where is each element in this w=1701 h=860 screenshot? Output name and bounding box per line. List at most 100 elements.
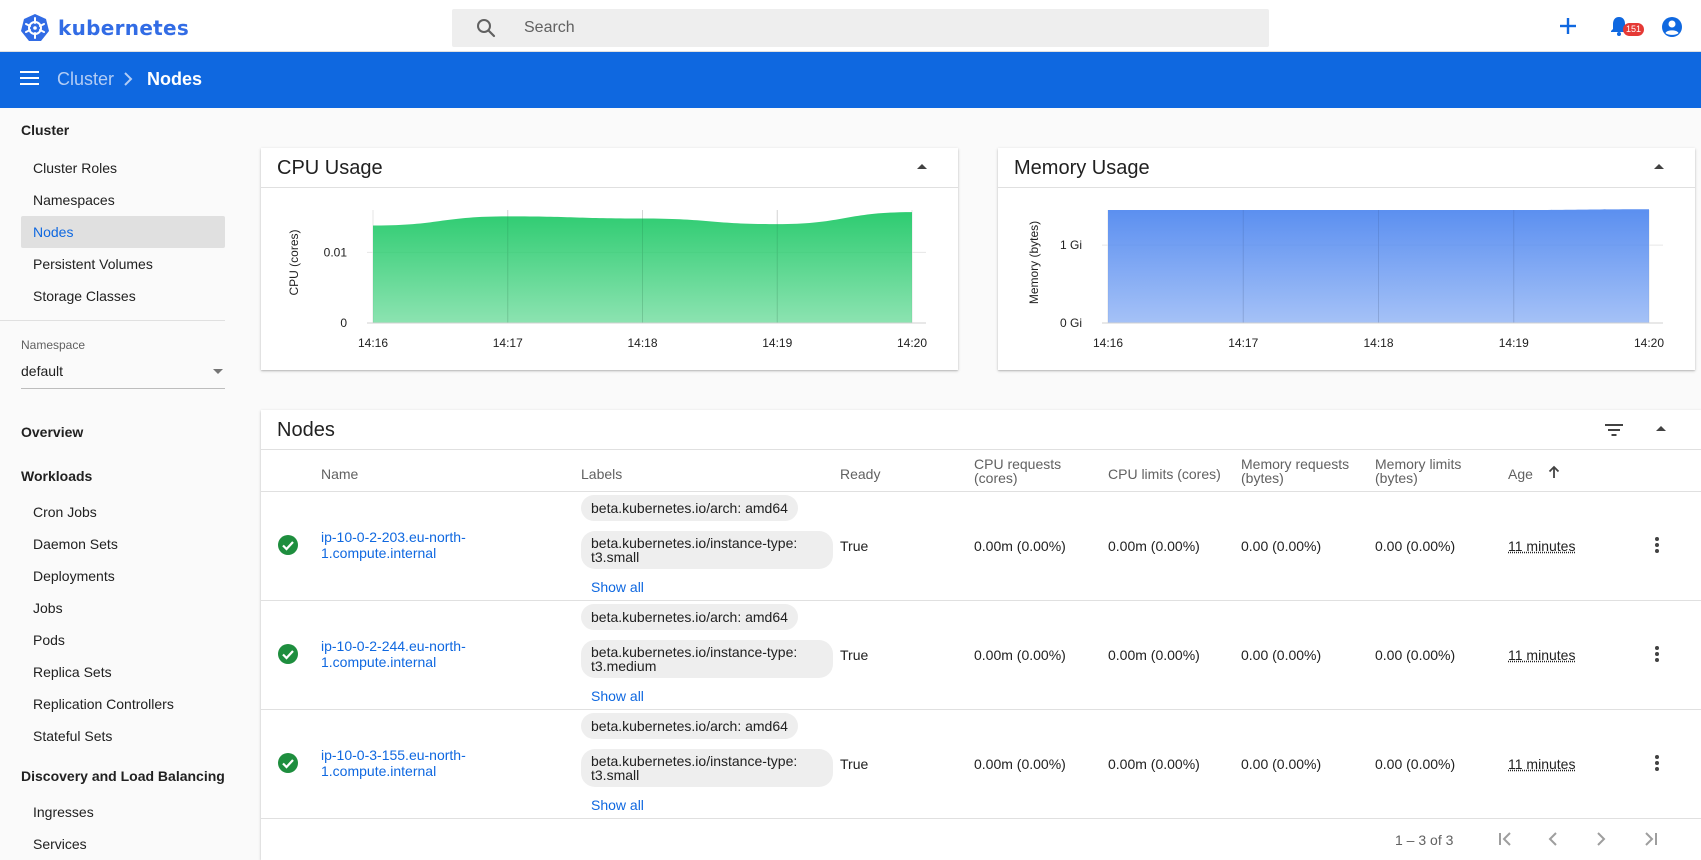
nodes-card: Nodes Name Labels Ready CPU requests (co… <box>261 410 1701 860</box>
first-page-icon[interactable] <box>1497 831 1515 847</box>
column-header-labels: Labels <box>581 466 623 482</box>
menu-icon[interactable] <box>20 70 40 86</box>
column-header-ready[interactable]: Ready <box>840 467 880 481</box>
breadcrumb-current: Nodes <box>147 69 203 89</box>
more-vert-icon[interactable] <box>1654 536 1660 554</box>
x-tick-label: 14:20 <box>897 336 927 350</box>
pagination-range: 1 – 3 of 3 <box>1395 832 1454 848</box>
ready-value: True <box>840 647 869 663</box>
sidebar-item-namespaces[interactable]: Namespaces <box>21 184 225 216</box>
y-axis-label: CPU (cores) <box>287 229 301 295</box>
ready-value: True <box>840 756 869 772</box>
age-value: 11 minutes <box>1508 538 1576 554</box>
sidebar-item-services[interactable]: Services <box>21 828 225 860</box>
x-tick-label: 14:18 <box>1363 336 1393 350</box>
cpu-limits-value: 0.00m (0.00%) <box>1108 538 1200 554</box>
last-page-icon[interactable] <box>1641 831 1659 847</box>
memory-limits-value: 0.00 (0.00%) <box>1375 756 1456 772</box>
cpu-limits-value: 0.00m (0.00%) <box>1108 756 1200 772</box>
cpu-usage-chart: 14:16 14:17 14:18 14:19 14:20 0 0.01 CPU (cores… <box>287 210 927 350</box>
label-chip: beta.kubernetes.io/instance-type: t3.med… <box>581 640 833 678</box>
node-name-link[interactable]: ip-10-0-2-203.eu-north-1.compute.interna… <box>321 529 481 561</box>
cpu-card-header: CPU Usage <box>261 148 958 188</box>
y-tick-label: 1 Gi <box>1060 238 1082 252</box>
memory-requests-value: 0.00 (0.00%) <box>1241 756 1322 772</box>
sidebar: Cluster Cluster Roles Namespaces Nodes P… <box>0 108 240 860</box>
x-tick-label: 14:19 <box>1499 336 1529 350</box>
sidebar-item-replication-controllers[interactable]: Replication Controllers <box>21 688 225 720</box>
y-tick-label: 0 Gi <box>1060 316 1082 330</box>
sidebar-item-storage-classes[interactable]: Storage Classes <box>21 280 225 312</box>
logo-text: kubernetes <box>58 16 190 40</box>
node-name-link[interactable]: ip-10-0-2-244.eu-north-1.compute.interna… <box>321 638 481 670</box>
memory-card-header: Memory Usage <box>998 148 1695 188</box>
previous-page-icon[interactable] <box>1546 831 1560 847</box>
y-axis-label: Memory (bytes) <box>1027 221 1041 304</box>
app-header: Cluster Nodes <box>0 52 1701 108</box>
nodes-card-header: Nodes <box>261 410 1701 450</box>
nav-section-overview[interactable]: Overview <box>21 424 83 440</box>
more-vert-icon[interactable] <box>1654 754 1660 772</box>
label-chip: beta.kubernetes.io/arch: amd64 <box>581 713 798 739</box>
sidebar-item-ingresses[interactable]: Ingresses <box>21 796 225 828</box>
more-vert-icon[interactable] <box>1654 645 1660 663</box>
label-chip: beta.kubernetes.io/arch: amd64 <box>581 604 798 630</box>
namespace-select[interactable]: default <box>21 363 225 389</box>
sidebar-item-pods[interactable]: Pods <box>21 624 225 656</box>
label-chip: beta.kubernetes.io/instance-type: t3.sma… <box>581 749 833 787</box>
collapse-icon[interactable] <box>916 162 928 170</box>
kubernetes-logo[interactable]: kubernetes <box>20 13 189 43</box>
sidebar-item-daemon-sets[interactable]: Daemon Sets <box>21 528 225 560</box>
sidebar-item-cron-jobs[interactable]: Cron Jobs <box>21 496 225 528</box>
sidebar-item-stateful-sets[interactable]: Stateful Sets <box>21 720 225 752</box>
sidebar-item-replica-sets[interactable]: Replica Sets <box>21 656 225 688</box>
column-header-cpu-limits[interactable]: CPU limits (cores) <box>1108 467 1221 481</box>
cpu-requests-value: 0.00m (0.00%) <box>974 647 1066 663</box>
x-tick-label: 14:17 <box>1228 336 1258 350</box>
age-value: 11 minutes <box>1508 756 1576 772</box>
sidebar-item-jobs[interactable]: Jobs <box>21 592 225 624</box>
show-all-labels-link[interactable]: Show all <box>591 579 644 595</box>
column-header-age[interactable]: Age <box>1508 467 1533 481</box>
nodes-card-title: Nodes <box>277 419 335 441</box>
nav-section-cluster[interactable]: Cluster <box>21 122 69 138</box>
next-page-icon[interactable] <box>1594 831 1608 847</box>
sidebar-item-cluster-roles[interactable]: Cluster Roles <box>21 152 225 184</box>
age-value: 11 minutes <box>1508 647 1576 663</box>
kubernetes-logo-icon <box>21 14 49 41</box>
show-all-labels-link[interactable]: Show all <box>591 797 644 813</box>
row-divider <box>261 600 1701 601</box>
node-name-link[interactable]: ip-10-0-3-155.eu-north-1.compute.interna… <box>321 747 481 779</box>
memory-limits-value: 0.00 (0.00%) <box>1375 538 1456 554</box>
notification-count-badge: 151 <box>1623 23 1645 36</box>
column-header-cpu-requests[interactable]: CPU requests (cores) <box>974 457 1084 485</box>
nav-section-workloads[interactable]: Workloads <box>21 468 92 484</box>
memory-usage-chart: 14:16 14:17 14:18 14:19 14:20 0 Gi 1 Gi Memory … <box>1027 209 1664 350</box>
row-divider <box>261 818 1701 819</box>
sidebar-item-persistent-volumes[interactable]: Persistent Volumes <box>21 248 225 280</box>
sidebar-item-deployments[interactable]: Deployments <box>21 560 225 592</box>
x-tick-label: 14:18 <box>627 336 657 350</box>
sidebar-item-nodes[interactable]: Nodes <box>21 216 225 248</box>
column-header-memory-limits[interactable]: Memory limits (bytes) <box>1375 457 1485 485</box>
nav-section-discovery[interactable]: Discovery and Load Balancing <box>21 768 225 784</box>
account-icon[interactable] <box>1660 15 1684 39</box>
cpu-requests-value: 0.00m (0.00%) <box>974 538 1066 554</box>
collapse-icon[interactable] <box>1653 162 1665 170</box>
filter-icon[interactable] <box>1605 423 1623 437</box>
x-tick-label: 14:16 <box>358 336 388 350</box>
label-chip: beta.kubernetes.io/instance-type: t3.sma… <box>581 531 833 569</box>
collapse-icon[interactable] <box>1655 424 1667 432</box>
x-tick-label: 14:16 <box>1093 336 1123 350</box>
breadcrumb-cluster[interactable]: Cluster <box>57 69 114 90</box>
column-header-name[interactable]: Name <box>321 467 358 481</box>
memory-requests-value: 0.00 (0.00%) <box>1241 538 1322 554</box>
show-all-labels-link[interactable]: Show all <box>591 688 644 704</box>
search-input[interactable] <box>524 9 1224 47</box>
status-ok-icon <box>278 535 298 555</box>
sort-ascending-icon[interactable] <box>1548 465 1560 479</box>
label-chip: beta.kubernetes.io/arch: amd64 <box>581 495 798 521</box>
sidebar-divider <box>0 320 225 321</box>
add-icon[interactable] <box>1557 15 1579 37</box>
column-header-memory-requests[interactable]: Memory requests (bytes) <box>1241 457 1361 485</box>
